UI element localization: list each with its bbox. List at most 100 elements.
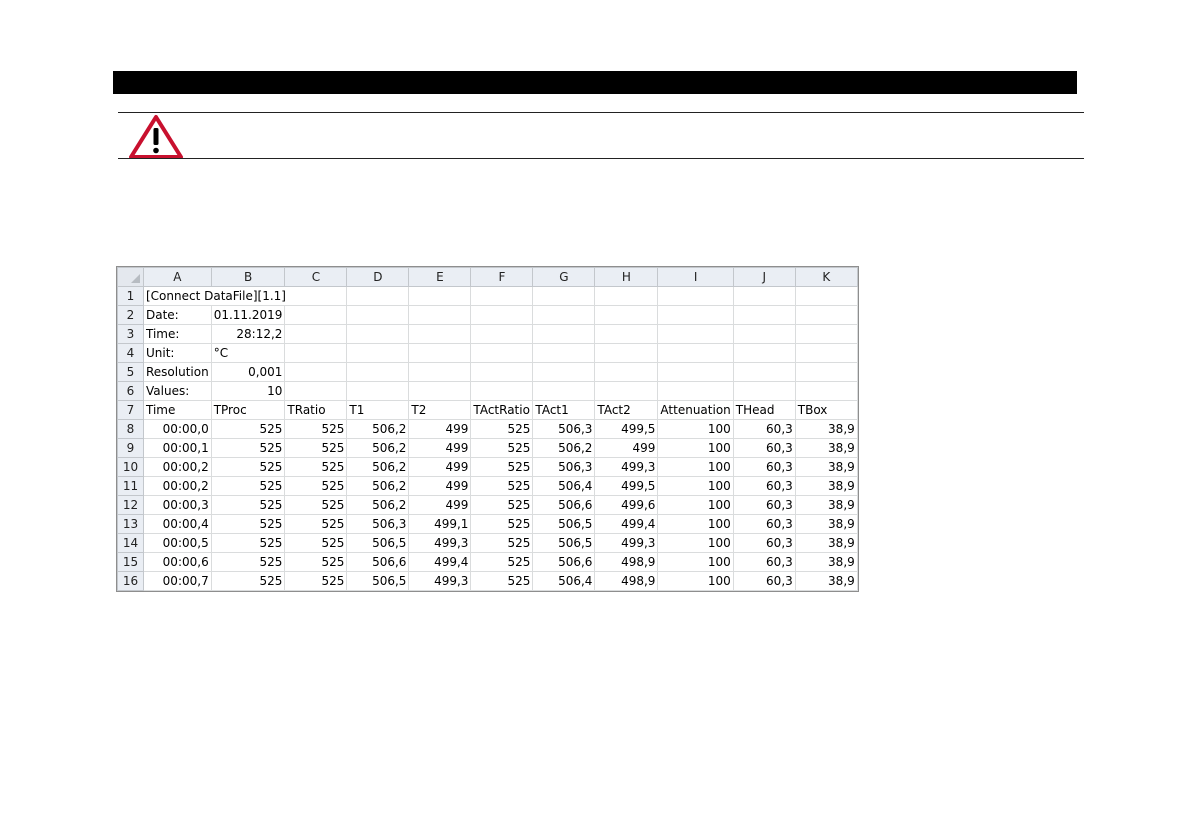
cell[interactable] (594, 286, 659, 306)
cell[interactable]: 38,9 (794, 457, 858, 477)
cell[interactable]: 506,3 (532, 457, 596, 477)
cell[interactable]: 525 (210, 476, 286, 496)
cell[interactable]: 525 (284, 533, 348, 553)
cell[interactable]: 525 (470, 514, 534, 534)
cell[interactable] (284, 362, 348, 382)
cell[interactable] (794, 381, 858, 401)
cell[interactable]: 60,3 (732, 457, 796, 477)
cell[interactable]: 525 (284, 438, 348, 458)
cell[interactable] (732, 286, 796, 306)
cell[interactable] (284, 305, 348, 325)
cell[interactable] (408, 362, 472, 382)
cell[interactable] (532, 381, 596, 401)
cell[interactable]: Date: (143, 305, 212, 325)
cell[interactable]: 525 (470, 457, 534, 477)
cell[interactable]: 38,9 (794, 495, 858, 515)
cell[interactable]: 499 (408, 419, 472, 439)
cell[interactable] (470, 286, 534, 306)
cell[interactable]: 525 (470, 495, 534, 515)
cell[interactable]: 100 (657, 571, 734, 591)
cell[interactable] (732, 324, 796, 344)
cell[interactable]: 525 (284, 419, 348, 439)
cell[interactable]: 38,9 (794, 438, 858, 458)
cell[interactable]: Unit: (143, 343, 212, 363)
cell[interactable] (470, 381, 534, 401)
cell[interactable]: 100 (657, 438, 734, 458)
cell[interactable] (594, 324, 659, 344)
cell[interactable]: 00:00,2 (143, 476, 212, 496)
cell[interactable]: T1 (346, 400, 410, 420)
cell[interactable]: TAct2 (594, 400, 659, 420)
cell[interactable] (732, 362, 796, 382)
cell[interactable]: 499 (408, 438, 472, 458)
cell[interactable] (470, 305, 534, 325)
cell[interactable] (794, 305, 858, 325)
cell[interactable] (346, 381, 410, 401)
row-header[interactable]: 9 (117, 438, 144, 458)
cell[interactable]: 525 (470, 419, 534, 439)
cell[interactable]: 00:00,7 (143, 571, 212, 591)
cell[interactable] (470, 343, 534, 363)
cell[interactable]: 38,9 (794, 571, 858, 591)
cell[interactable]: 00:00,5 (143, 533, 212, 553)
cell[interactable]: 28:12,2 (210, 324, 286, 344)
cell[interactable]: 525 (284, 514, 348, 534)
cell[interactable]: 00:00,3 (143, 495, 212, 515)
row-header[interactable]: 16 (117, 571, 144, 591)
cell[interactable] (794, 286, 858, 306)
cell[interactable] (408, 381, 472, 401)
cell[interactable]: 506,2 (532, 438, 596, 458)
cell[interactable] (794, 362, 858, 382)
cell[interactable]: 506,4 (532, 571, 596, 591)
cell[interactable]: 60,3 (732, 552, 796, 572)
cell[interactable]: 100 (657, 514, 734, 534)
cell[interactable]: 506,6 (346, 552, 410, 572)
cell[interactable] (532, 362, 596, 382)
cell[interactable]: 01.11.2019 (210, 305, 286, 325)
row-header[interactable]: 12 (117, 495, 144, 515)
cell[interactable]: 00:00,0 (143, 419, 212, 439)
cell[interactable] (657, 343, 734, 363)
row-header[interactable]: 1 (117, 286, 144, 306)
cell[interactable]: 00:00,2 (143, 457, 212, 477)
cell[interactable]: 506,2 (346, 419, 410, 439)
cell[interactable]: 506,5 (346, 571, 410, 591)
cell[interactable] (346, 362, 410, 382)
cell[interactable] (346, 305, 410, 325)
cell[interactable]: 100 (657, 419, 734, 439)
cell[interactable]: °C (210, 343, 286, 363)
cell[interactable]: 498,9 (594, 571, 659, 591)
cell[interactable]: 60,3 (732, 419, 796, 439)
cell[interactable]: 10 (210, 381, 286, 401)
cell[interactable]: 506,6 (532, 552, 596, 572)
cell[interactable]: 60,3 (732, 476, 796, 496)
cell[interactable] (594, 362, 659, 382)
cell[interactable]: 38,9 (794, 419, 858, 439)
column-header-a[interactable]: A (143, 267, 212, 287)
row-header[interactable]: 15 (117, 552, 144, 572)
cell[interactable]: 38,9 (794, 552, 858, 572)
cell[interactable]: TActRatio (470, 400, 534, 420)
row-header[interactable]: 6 (117, 381, 144, 401)
select-all-corner[interactable] (117, 267, 144, 287)
cell[interactable]: 499,6 (594, 495, 659, 515)
cell[interactable]: 525 (210, 438, 286, 458)
cell[interactable]: 60,3 (732, 571, 796, 591)
cell[interactable] (346, 324, 410, 344)
cell[interactable]: 498,9 (594, 552, 659, 572)
cell[interactable] (532, 286, 596, 306)
row-header[interactable]: 7 (117, 400, 144, 420)
cell[interactable] (657, 305, 734, 325)
cell[interactable] (657, 324, 734, 344)
cell[interactable]: 525 (470, 533, 534, 553)
cell[interactable]: 525 (210, 514, 286, 534)
cell[interactable]: 499,3 (594, 457, 659, 477)
column-header-h[interactable]: H (594, 267, 659, 287)
cell[interactable]: 499,1 (408, 514, 472, 534)
column-header-j[interactable]: J (732, 267, 796, 287)
cell[interactable]: 525 (470, 476, 534, 496)
cell[interactable] (284, 343, 348, 363)
cell[interactable]: 499,3 (408, 533, 472, 553)
row-header[interactable]: 3 (117, 324, 144, 344)
cell[interactable] (594, 343, 659, 363)
